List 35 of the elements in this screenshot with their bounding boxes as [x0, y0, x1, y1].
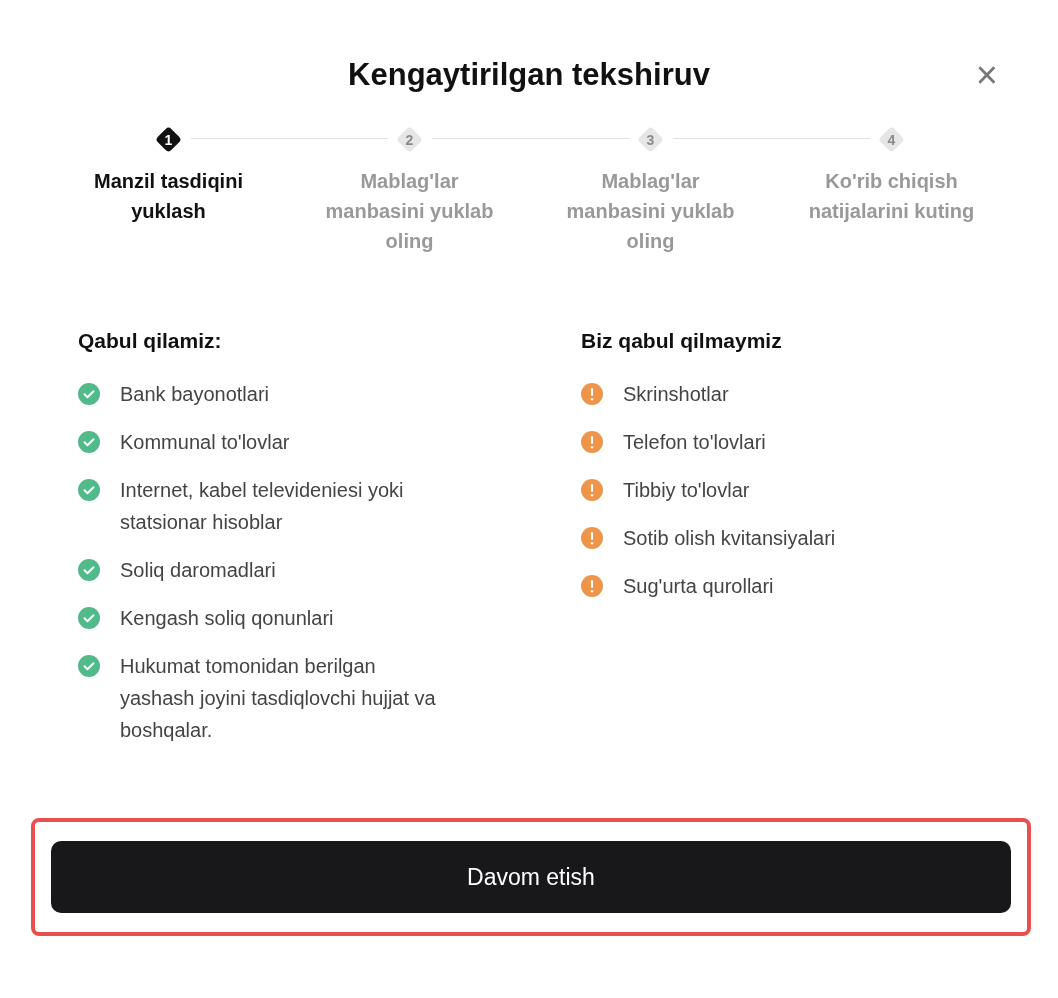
step-number: 1 [155, 125, 182, 153]
check-icon [78, 655, 100, 677]
dialog-title: Kengaytirilgan tekshiruv [348, 56, 710, 94]
exclamation-icon [581, 479, 603, 501]
list-item-text: Skrinshotlar [623, 382, 729, 407]
check-icon [78, 559, 100, 581]
list-item-text: Sotib olish kvitansiyalari [623, 526, 836, 551]
list-item-text: Internet, kabel televideniesi yoki statsionar hisoblar [120, 478, 405, 535]
list-heading: Biz qabul qilmaymiz [581, 328, 783, 354]
step-label: Mablag'lar manbasini yuklab oling [324, 169, 495, 254]
list-item-text: Sug'urta qurollari [623, 574, 774, 599]
close-button[interactable]: × [971, 56, 1002, 94]
list-heading: Qabul qilamiz: [78, 328, 223, 354]
step-label: Manzil tasdiqini yuklash [93, 169, 244, 224]
list-item-text: Hukumat tomonidan berilgan yashash joyini tasdiqlovchi hujjat va boshqalar. [120, 654, 437, 743]
exclamation-icon [581, 575, 603, 597]
check-icon [78, 607, 100, 629]
step-number: 2 [396, 125, 423, 153]
list-item-text: Kengash soliq qonunlari [120, 606, 334, 631]
step-number: 3 [637, 125, 664, 153]
continue-button[interactable]: Davom etish [51, 841, 1011, 913]
list-item-text: Tibbiy to'lovlar [623, 478, 750, 503]
exclamation-icon [581, 527, 603, 549]
check-icon [78, 431, 100, 453]
step-label: Ko'rib chiqish natijalarini kuting [807, 169, 976, 224]
exclamation-icon [581, 383, 603, 405]
step-number: 4 [878, 125, 905, 153]
exclamation-icon [581, 431, 603, 453]
step-label: Mablag'lar manbasini yuklab oling [565, 169, 736, 254]
check-icon [78, 383, 100, 405]
check-icon [78, 479, 100, 501]
list-item-text: Bank bayonotlari [120, 382, 269, 407]
list-item-text: Telefon to'lovlari [623, 430, 766, 455]
list-item-text: Kommunal to'lovlar [120, 430, 290, 455]
list-item-text: Soliq daromadlari [120, 558, 276, 583]
